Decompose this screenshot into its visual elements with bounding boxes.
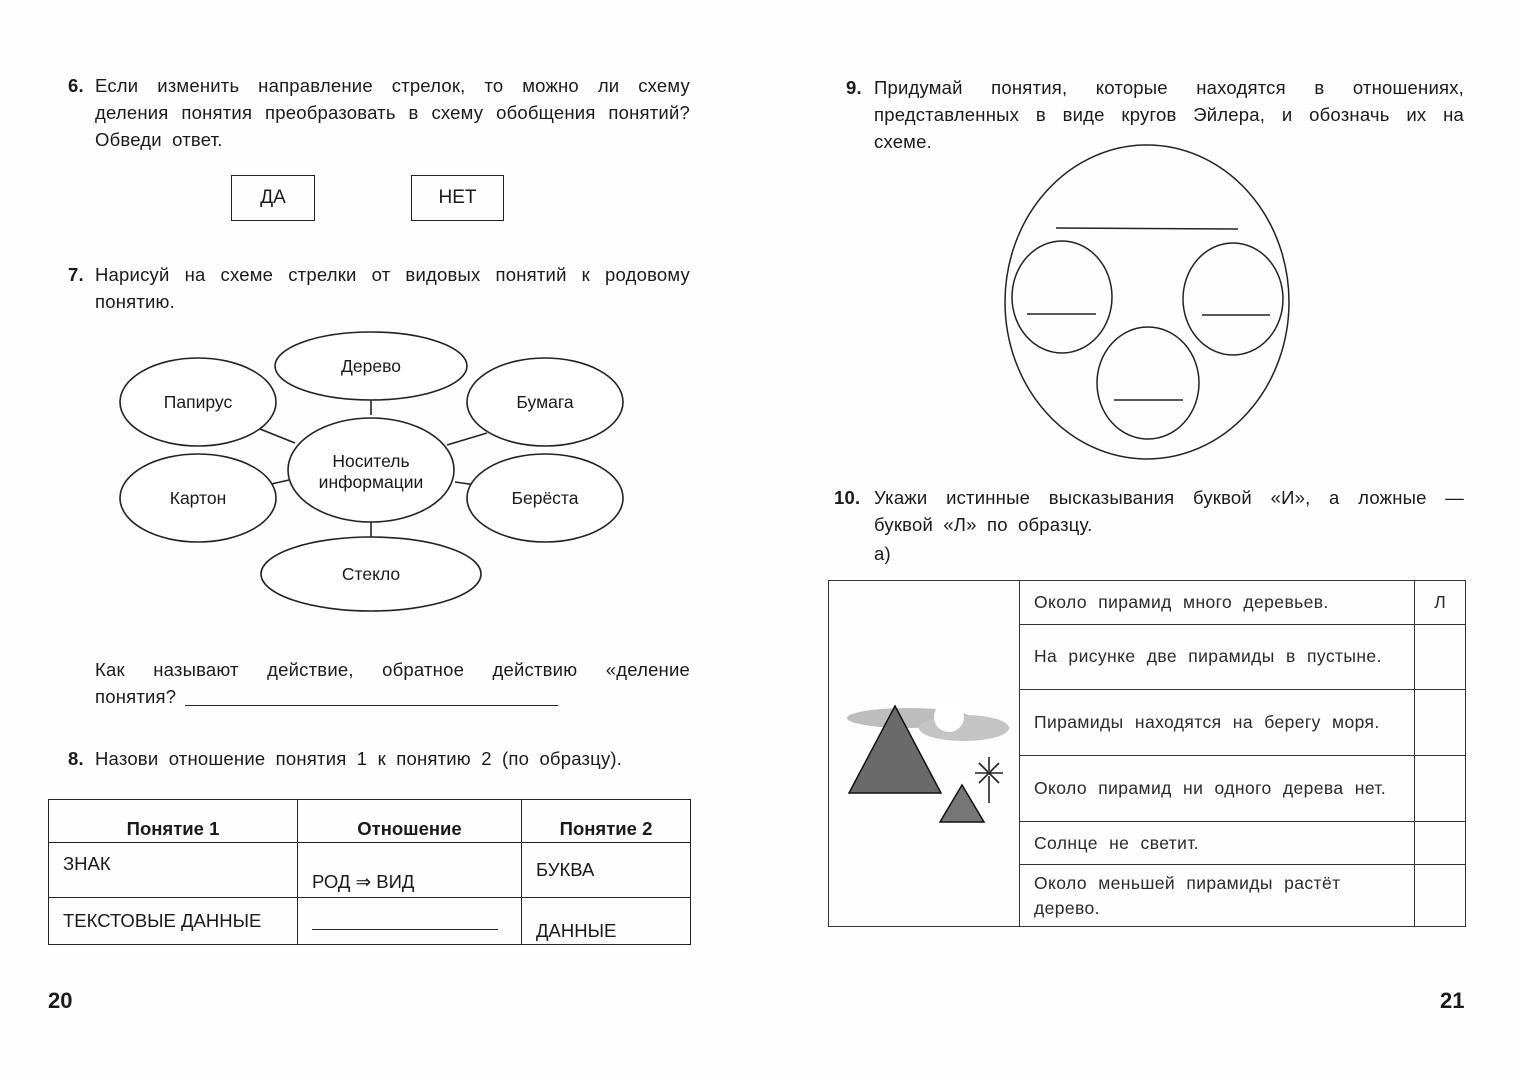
answer-blank[interactable]: [312, 907, 498, 930]
table-cell: ДАННЫЕ: [521, 897, 691, 945]
statement-text: Около пирамид ни одного дерева нет.: [1019, 755, 1415, 822]
euler-circles-diagram: [1004, 144, 1290, 460]
answer-blank-outer[interactable]: [1055, 227, 1239, 230]
inner-circle-right: [1182, 242, 1284, 356]
connector: [446, 432, 488, 446]
inner-circle-bottom: [1096, 326, 1200, 440]
table-cell: ТЕКСТОВЫЕ ДАННЫЕ: [48, 897, 298, 945]
node-label: Берёста: [512, 488, 579, 508]
concept-diagram: Дерево Папирус Бумага Носитель информаци…: [119, 331, 624, 612]
table-cell: БУКВА: [521, 842, 691, 898]
node-label: Дерево: [341, 356, 401, 376]
sun-icon: [934, 702, 964, 732]
node-label: Папирус: [164, 392, 233, 412]
answer-cell[interactable]: [297, 897, 522, 945]
table-row: ЗНАК РОД ⇒ ВИД БУКВА: [48, 842, 691, 898]
statement-text: Около меньшей пирамиды растёт дерево.: [1019, 864, 1415, 927]
node-label: Носитель: [332, 451, 409, 471]
table-row: Около пирамид много деревьев. Л: [828, 580, 1466, 927]
question-number: 9.: [846, 77, 862, 98]
question-text: Укажи истинные высказывания буквой «И», …: [874, 487, 1464, 535]
answer-cell[interactable]: [1414, 864, 1466, 927]
table-row: ТЕКСТОВЫЕ ДАННЫЕ ДАННЫЕ: [48, 897, 691, 945]
node-label: Бумага: [516, 392, 573, 412]
statements-table: Около пирамид много деревьев. Л На рисун…: [828, 580, 1466, 927]
palm-tree-icon: [975, 757, 1003, 803]
table-cell: ЗНАК: [48, 842, 298, 898]
answer-cell[interactable]: [1414, 820, 1466, 866]
followup-question: Как называют действие, обратное действию…: [95, 656, 690, 710]
page-number: 20: [48, 988, 73, 1013]
statement-text: Солнце не светит.: [1019, 820, 1415, 866]
pyramids-illustration: [847, 702, 1009, 823]
question-number: 10.: [834, 487, 861, 508]
relation-table: Понятие 1 Отношение Понятие 2 ЗНАК РОД ⇒…: [48, 799, 691, 945]
answer-cell[interactable]: [1414, 623, 1466, 691]
table-cell: РОД ⇒ ВИД: [297, 842, 522, 898]
answer-cell[interactable]: [1414, 689, 1466, 756]
question-text: Назови отношение понятия 1 к понятию 2 (…: [95, 748, 623, 769]
column-header: Понятие 2: [521, 799, 691, 843]
question-number: 8.: [68, 748, 84, 769]
node-label: Стекло: [342, 564, 400, 584]
answer-blank[interactable]: [185, 705, 558, 706]
subpart-label: а): [874, 543, 891, 564]
inner-circle-left: [1011, 240, 1113, 354]
small-pyramid-icon: [938, 783, 986, 823]
statement-text: Около пирамид много деревьев.: [1019, 580, 1415, 625]
column-header: Понятие 1: [48, 799, 298, 843]
illustration-cell: [828, 580, 1020, 927]
answer-cell[interactable]: [1414, 755, 1466, 822]
statement-text: На рисунке две пирамиды в пустыне.: [1019, 623, 1415, 691]
outer-circle: [1004, 144, 1290, 460]
table-header-row: Понятие 1 Отношение Понятие 2: [48, 799, 691, 843]
followup-text: Как называют действие, обратное действию…: [95, 659, 690, 707]
column-header: Отношение: [297, 799, 522, 843]
cloud-icon: [919, 715, 1009, 741]
statement-text: Пирамиды находятся на берегу моря.: [1019, 689, 1415, 756]
node-label: информации: [319, 472, 424, 492]
page-number: 21: [1440, 988, 1465, 1013]
answer-cell[interactable]: Л: [1414, 580, 1466, 625]
node-label: Картон: [170, 488, 227, 508]
connector: [254, 426, 296, 444]
